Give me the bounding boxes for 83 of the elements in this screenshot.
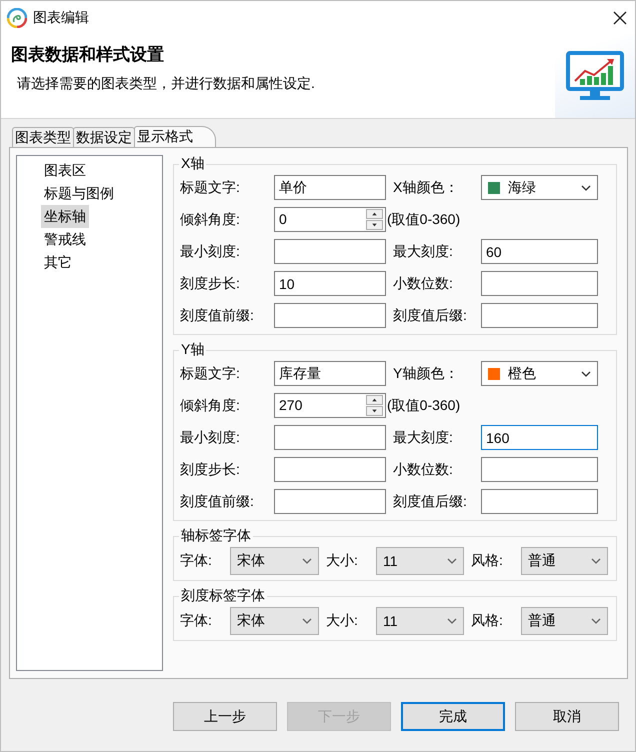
sidebar-item[interactable]: 坐标轴	[41, 205, 89, 228]
app-logo-icon	[7, 8, 27, 28]
spin-down-icon[interactable]	[366, 220, 383, 230]
spinner-field[interactable]: 270	[274, 393, 386, 418]
input-field[interactable]: 库存量	[274, 361, 386, 386]
input-field[interactable]	[274, 457, 386, 482]
input-field[interactable]: 160	[481, 425, 598, 450]
font-dropdown[interactable]: 普通	[521, 607, 608, 635]
font-dropdown[interactable]: 宋体	[230, 547, 319, 575]
caret-icon	[591, 558, 601, 564]
group-title: X轴	[180, 155, 206, 173]
dialog-button[interactable]: 完成	[401, 702, 505, 731]
range-hint: (取值0-360)	[387, 396, 462, 414]
group-title: 轴标签字体	[180, 527, 252, 545]
field-label: 刻度步长:	[179, 460, 241, 478]
field-label: 刻度值后缀:	[392, 306, 468, 324]
font-dropdown[interactable]: 普通	[521, 547, 608, 575]
field-label: 字体:	[179, 552, 213, 570]
field-label: 最大刻度:	[392, 242, 454, 260]
dialog-button[interactable]: 取消	[515, 702, 619, 731]
input-field[interactable]	[481, 489, 598, 514]
header-description: 请选择需要的图表类型，并进行数据和属性设定.	[16, 75, 316, 93]
input-field[interactable]: 单价	[274, 175, 386, 200]
field-label: 刻度值前缀:	[179, 306, 255, 324]
dialog-button[interactable]: 上一步	[173, 702, 277, 731]
field-label: 大小:	[325, 612, 359, 630]
input-field[interactable]	[481, 303, 598, 328]
sidebar-item[interactable]: 标题与图例	[41, 182, 117, 205]
field-label: 字体:	[179, 612, 213, 630]
spin-up-icon[interactable]	[366, 395, 383, 405]
field-label: 标题文字:	[179, 364, 241, 382]
header-title: 图表数据和样式设置	[11, 44, 165, 66]
group-title: Y轴	[180, 341, 206, 359]
input-field[interactable]	[274, 239, 386, 264]
input-field[interactable]	[274, 303, 386, 328]
field-label: 倾斜角度:	[179, 396, 241, 414]
tab[interactable]: 显示格式	[134, 126, 216, 147]
caret-icon	[447, 618, 457, 624]
spin-down-icon[interactable]	[366, 406, 383, 416]
monitor-chart-icon	[566, 51, 624, 101]
field-label: X轴颜色：	[392, 178, 460, 196]
group-title: 刻度标签字体	[180, 587, 266, 605]
caret-icon	[447, 558, 457, 564]
input-field[interactable]	[481, 271, 598, 296]
field-label: 风格:	[470, 552, 504, 570]
spinner-field[interactable]: 0	[274, 207, 386, 232]
font-dropdown[interactable]: 11	[376, 547, 464, 575]
field-label: 风格:	[470, 612, 504, 630]
tab[interactable]: 数据设定	[73, 127, 135, 147]
field-label: 标题文字:	[179, 178, 241, 196]
range-hint: (取值0-360)	[387, 210, 462, 228]
window-title: 图表编辑	[33, 8, 90, 26]
input-field[interactable]: 10	[274, 271, 386, 296]
field-label: 刻度值前缀:	[179, 492, 255, 510]
caret-icon	[581, 370, 591, 376]
caret-icon	[581, 184, 591, 190]
sidebar-item[interactable]: 其它	[41, 251, 75, 274]
field-label: 刻度步长:	[179, 274, 241, 292]
field-label: 小数位数:	[392, 460, 454, 478]
color-dropdown[interactable]: 海绿	[481, 175, 598, 200]
field-label: 刻度值后缀:	[392, 492, 468, 510]
sidebar-item[interactable]: 图表区	[41, 159, 89, 182]
caret-icon	[302, 618, 312, 624]
input-field[interactable]	[481, 457, 598, 482]
tab[interactable]: 图表类型	[12, 127, 74, 147]
font-dropdown[interactable]: 11	[376, 607, 464, 635]
input-field[interactable]	[274, 425, 386, 450]
caret-icon	[591, 618, 601, 624]
close-icon[interactable]	[613, 10, 627, 24]
field-label: 大小:	[325, 552, 359, 570]
color-dropdown[interactable]: 橙色	[481, 361, 598, 386]
input-field[interactable]: 60	[481, 239, 598, 264]
field-label: 最大刻度:	[392, 428, 454, 446]
field-label: Y轴颜色：	[392, 364, 460, 382]
font-dropdown[interactable]: 宋体	[230, 607, 319, 635]
field-label: 最小刻度:	[179, 428, 241, 446]
field-label: 小数位数:	[392, 274, 454, 292]
field-label: 最小刻度:	[179, 242, 241, 260]
input-field[interactable]	[274, 489, 386, 514]
sidebar-item[interactable]: 警戒线	[41, 228, 89, 251]
spin-up-icon[interactable]	[366, 209, 383, 219]
field-label: 倾斜角度:	[179, 210, 241, 228]
caret-icon	[302, 558, 312, 564]
